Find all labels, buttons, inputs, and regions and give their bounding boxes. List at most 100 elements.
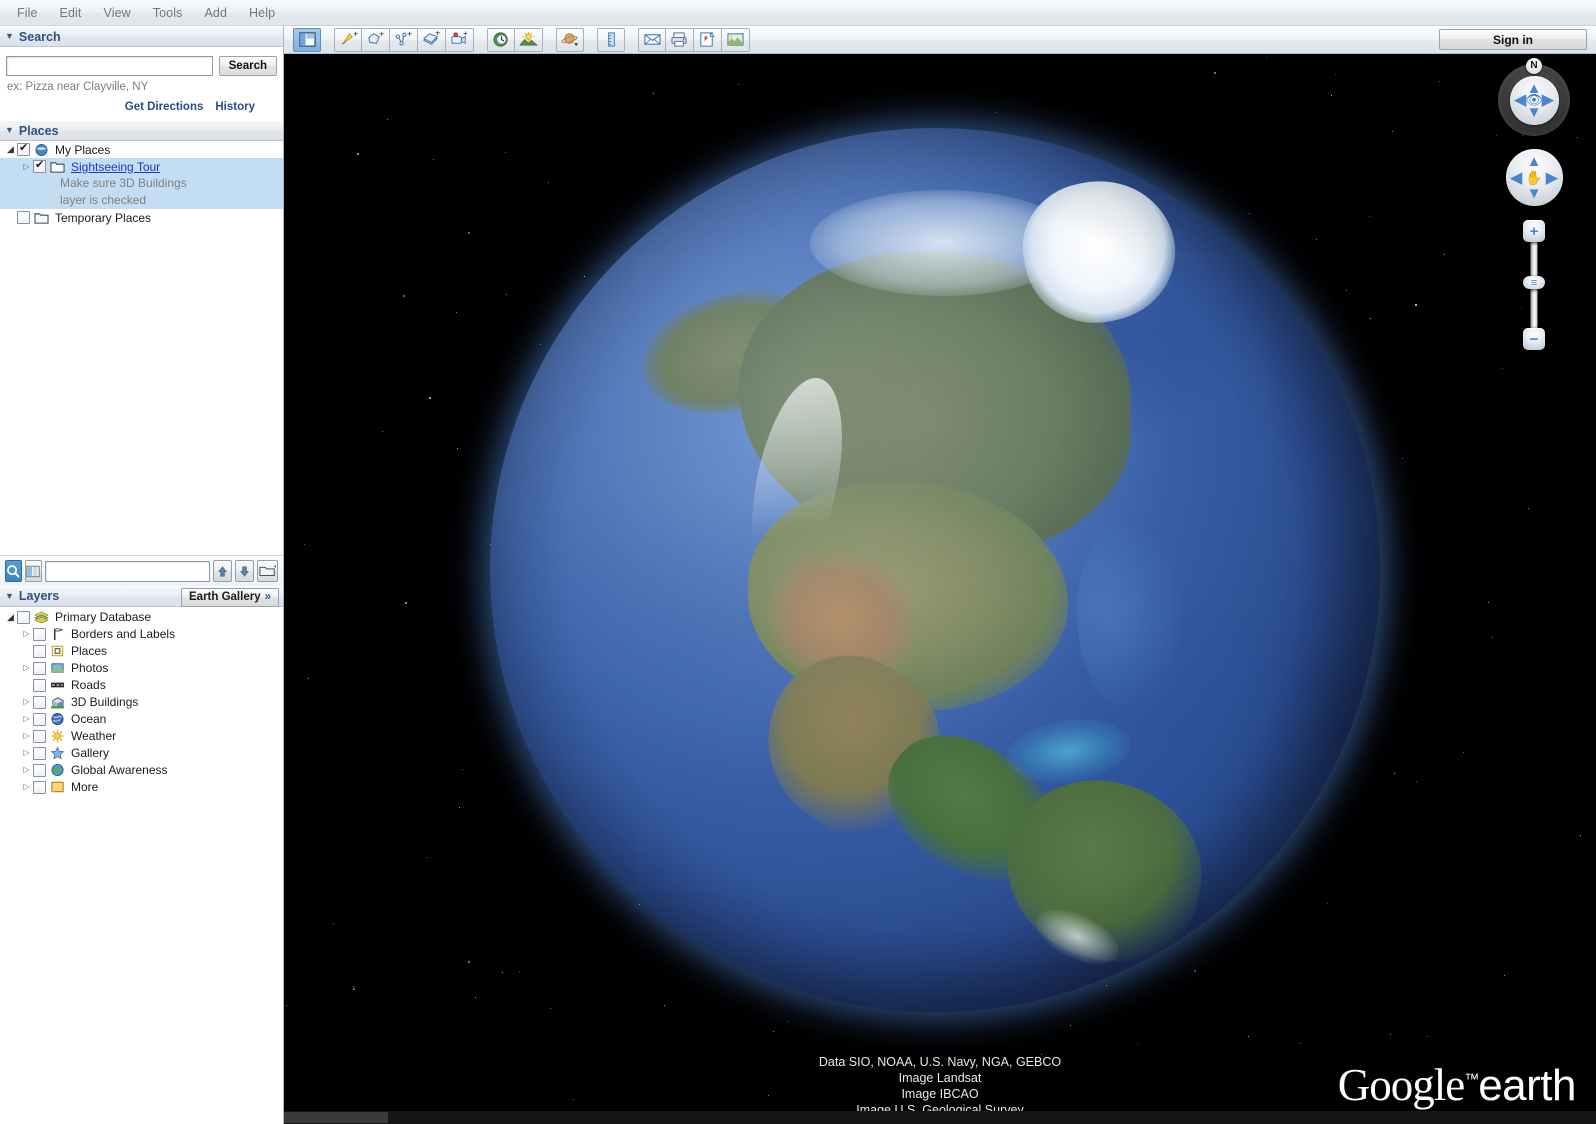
toolbar-add-image-overlay[interactable]: +: [418, 27, 446, 52]
checkbox-sightseeing-tour[interactable]: [33, 159, 46, 173]
move-up-arrow-icon[interactable]: ▲: [1527, 154, 1542, 169]
earth-gallery-button[interactable]: Earth Gallery »: [181, 587, 279, 607]
checkbox-3d-buildings[interactable]: [33, 695, 46, 709]
expand-arrow-right-icon[interactable]: [20, 664, 33, 672]
checkbox-photos[interactable]: [33, 661, 46, 675]
move-right-arrow-icon[interactable]: ▶: [1546, 170, 1558, 185]
layers-panel-header[interactable]: ▼ Layers Earth Gallery »: [0, 585, 283, 607]
toolbar-email[interactable]: [638, 27, 666, 52]
tree-row-more[interactable]: More: [0, 779, 283, 796]
zoom-slider-thumb[interactable]: ≡: [1523, 276, 1545, 289]
toolbar-view-in-google-maps[interactable]: [694, 27, 722, 52]
expand-arrow-right-icon[interactable]: [20, 766, 33, 774]
expand-arrow-right-icon[interactable]: [20, 715, 33, 723]
north-indicator[interactable]: N: [1526, 58, 1542, 74]
move-joystick[interactable]: ▲ ▼ ◀ ▶ ✋: [1505, 149, 1563, 206]
tree-row-sightseeing-tour[interactable]: Sightseeing Tour: [0, 158, 283, 175]
places-panel-header[interactable]: ▼ Places: [0, 120, 283, 141]
tree-row-3d-buildings[interactable]: 3D Buildings: [0, 694, 283, 711]
map-horizontal-scrollbar[interactable]: [284, 1111, 1596, 1124]
tree-row-my-places[interactable]: My Places: [0, 141, 283, 158]
checkbox-more[interactable]: [33, 780, 46, 794]
earth-globe[interactable]: [456, 94, 1414, 1046]
menu-view[interactable]: View: [93, 3, 142, 23]
new-folder-button[interactable]: [257, 560, 279, 582]
toolbar-historical-imagery[interactable]: [487, 27, 515, 52]
menu-edit[interactable]: Edit: [49, 3, 93, 23]
expand-arrow-right-icon[interactable]: [20, 783, 33, 791]
eye-icon[interactable]: 👁: [1525, 92, 1543, 109]
toolbar-add-placemark[interactable]: +: [334, 27, 362, 52]
move-down-button[interactable]: [235, 560, 255, 582]
toolbar-save-image[interactable]: [722, 27, 750, 52]
filter-search-toggle[interactable]: [5, 560, 22, 582]
expand-arrow-right-icon[interactable]: [20, 698, 33, 706]
look-right-arrow-icon[interactable]: ▶: [1542, 93, 1554, 108]
tree-row-ocean[interactable]: Ocean: [0, 711, 283, 728]
toolbar-add-path[interactable]: +: [390, 27, 418, 52]
checkbox-places[interactable]: [33, 644, 46, 658]
expand-arrow-right-icon[interactable]: [20, 630, 33, 638]
toolbar-record-tour[interactable]: +: [446, 27, 474, 52]
checkbox-borders-and-labels[interactable]: [33, 627, 46, 641]
toolbar-ruler[interactable]: [597, 27, 625, 52]
tree-row-places[interactable]: Places: [0, 643, 283, 660]
toolbar-add-polygon[interactable]: +: [362, 27, 390, 52]
menu-add[interactable]: Add: [193, 3, 238, 23]
filter-view-toggle[interactable]: [25, 560, 42, 582]
checkbox-weather[interactable]: [33, 729, 46, 743]
get-directions-link[interactable]: Get Directions: [125, 101, 204, 113]
move-down-arrow-icon[interactable]: ▼: [1527, 186, 1542, 201]
tree-row-gallery[interactable]: Gallery: [0, 745, 283, 762]
tree-label[interactable]: Sightseeing Tour: [71, 160, 160, 174]
toolbar-switch-planet[interactable]: [556, 27, 584, 52]
tree-row-weather[interactable]: Weather: [0, 728, 283, 745]
zoom-out-button[interactable]: −: [1523, 328, 1545, 350]
look-joystick-inner[interactable]: ▲ ▼ ◀ ▶ 👁: [1509, 75, 1559, 125]
search-input[interactable]: [6, 56, 213, 76]
expand-arrow-right-icon[interactable]: [20, 749, 33, 757]
move-left-arrow-icon[interactable]: ◀: [1511, 170, 1523, 185]
menu-file[interactable]: File: [6, 3, 49, 23]
menu-help[interactable]: Help: [238, 3, 286, 23]
checkbox-my-places[interactable]: [17, 142, 30, 156]
places-filter-input[interactable]: [44, 560, 210, 582]
star: [1247, 1035, 1249, 1037]
expand-arrow-down-icon[interactable]: [4, 613, 17, 622]
tree-row-roads[interactable]: Roads: [0, 677, 283, 694]
look-joystick[interactable]: N ▲ ▼ ◀ ▶ 👁: [1498, 58, 1570, 136]
sign-in-button[interactable]: Sign in: [1439, 29, 1587, 50]
map-scrollbar-thumb[interactable]: [284, 1112, 388, 1123]
star: [458, 806, 460, 808]
tree-row-borders-and-labels[interactable]: Borders and Labels: [0, 626, 283, 643]
tree-row-primary-database[interactable]: Primary Database: [0, 609, 283, 626]
expand-arrow-down-icon[interactable]: [4, 145, 17, 154]
expand-arrow-right-icon[interactable]: [20, 163, 33, 171]
toolbar-sunlight[interactable]: [515, 27, 543, 52]
tree-row-global-awareness[interactable]: Global Awareness: [0, 762, 283, 779]
move-up-button[interactable]: [212, 560, 233, 582]
tree-row-temporary-places[interactable]: Temporary Places: [0, 209, 283, 226]
search-panel-header[interactable]: ▼ Search: [0, 26, 283, 47]
menu-tools[interactable]: Tools: [142, 3, 194, 23]
checkbox-gallery[interactable]: [33, 746, 46, 760]
layers-tree[interactable]: Primary Database Borders and Labels Places…: [0, 606, 283, 796]
map-viewport-3d[interactable]: N ▲ ▼ ◀ ▶ 👁 ▲ ▼ ◀ ▶ ✋ + ≡ − Data SIO, NO…: [284, 54, 1596, 1124]
zoom-in-button[interactable]: +: [1523, 220, 1545, 242]
history-link[interactable]: History: [215, 101, 255, 113]
checkbox-temporary-places[interactable]: [17, 211, 30, 224]
zoom-slider[interactable]: + ≡ −: [1522, 220, 1546, 350]
checkbox-roads[interactable]: [33, 678, 46, 692]
tree-row-photos[interactable]: Photos: [0, 660, 283, 677]
toolbar-hide-sidebar[interactable]: [293, 27, 321, 52]
hand-icon[interactable]: ✋: [1525, 169, 1542, 186]
checkbox-primary-database[interactable]: [17, 610, 30, 624]
checkbox-ocean[interactable]: [33, 712, 46, 726]
toolbar-print[interactable]: [666, 27, 694, 52]
expand-arrow-right-icon[interactable]: [20, 732, 33, 740]
search-button[interactable]: Search: [218, 56, 277, 76]
checkbox-global-awareness[interactable]: [33, 763, 46, 777]
search-row: Search: [0, 47, 283, 76]
svg-text:+: +: [379, 31, 384, 39]
places-tree[interactable]: My Places Sightseeing TourMake sure 3D Bu…: [0, 141, 283, 556]
